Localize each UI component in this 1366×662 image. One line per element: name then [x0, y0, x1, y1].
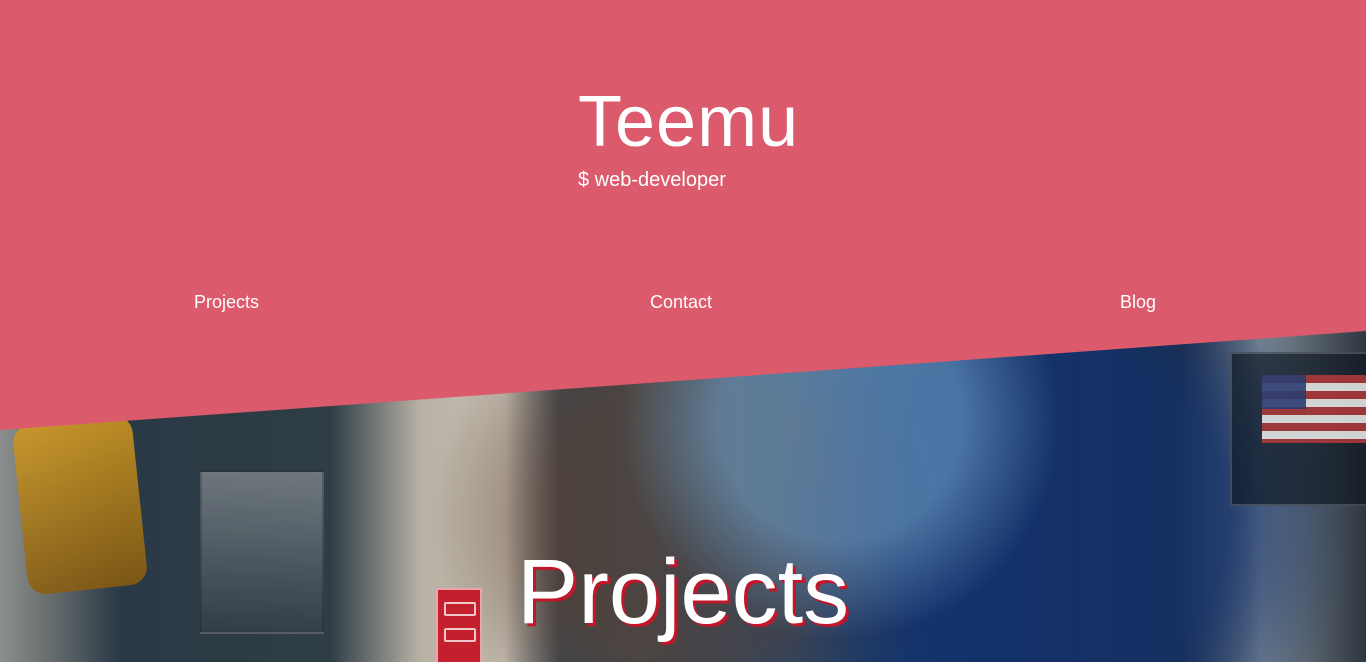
page: Teemu $ web-developer Projects Contact B…: [0, 0, 1366, 662]
brand: Teemu $ web-developer: [578, 86, 938, 192]
site-subtitle: $ web-developer: [578, 169, 726, 191]
top-nav: Projects Contact Blog: [0, 288, 1366, 318]
site-title: Teemu: [578, 82, 800, 162]
section-title-projects: Projects: [516, 541, 850, 643]
nav-link-projects[interactable]: Projects: [188, 288, 265, 316]
nav-link-contact[interactable]: Contact: [644, 288, 718, 316]
nav-link-blog[interactable]: Blog: [1114, 288, 1162, 316]
